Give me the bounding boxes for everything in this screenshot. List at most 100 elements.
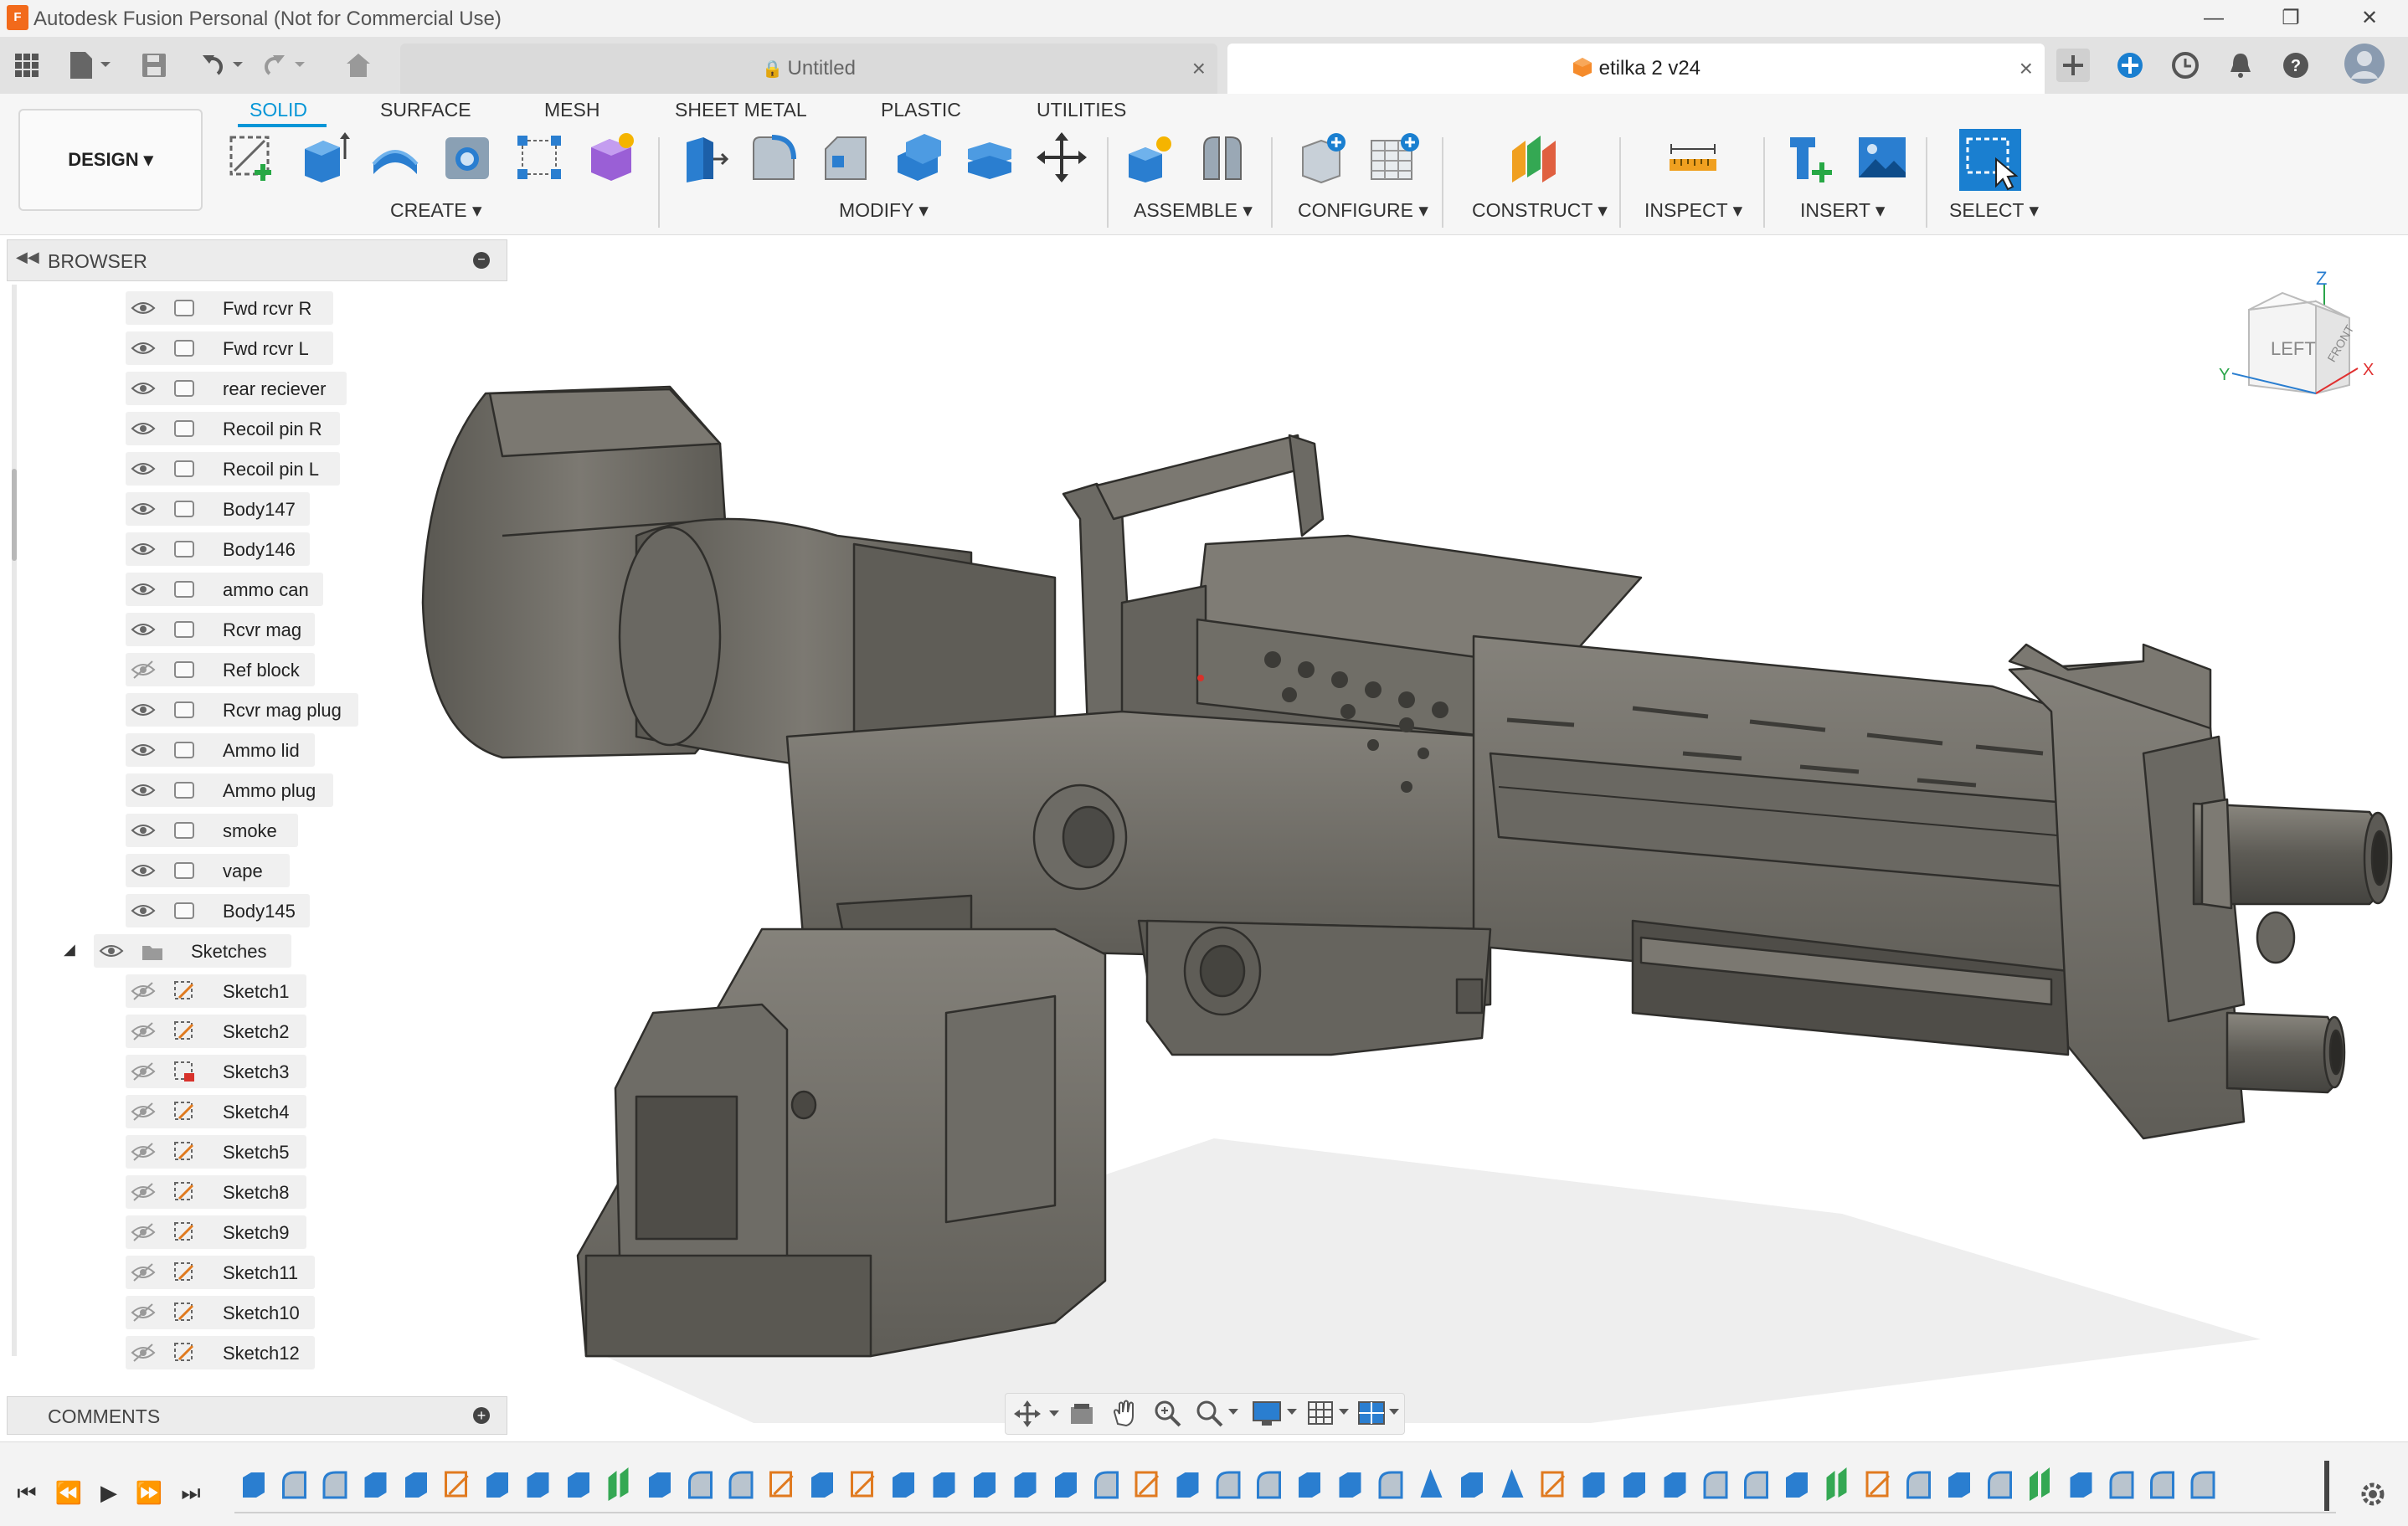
grid-snaps-icon[interactable] — [1305, 1399, 1356, 1427]
fillet-icon[interactable] — [747, 131, 800, 184]
create-form-icon[interactable] — [584, 131, 638, 184]
group-inspect[interactable]: INSPECT ▾ — [1644, 199, 1742, 222]
eye-visible-icon[interactable] — [131, 700, 156, 720]
group-construct[interactable]: CONSTRUCT ▾ — [1472, 199, 1608, 222]
browser-body-item[interactable]: Rcvr mag — [126, 613, 315, 646]
browser-body-item[interactable]: Ammo lid — [126, 733, 315, 767]
comments-bar[interactable]: COMMENTS + — [7, 1396, 507, 1435]
timeline-feature-step[interactable] — [649, 1472, 671, 1498]
tab-plastic[interactable]: PLASTIC — [881, 99, 961, 121]
timeline-feature-step[interactable] — [2030, 1467, 2050, 1501]
timeline-feature-step[interactable] — [1988, 1471, 2012, 1499]
browser-scrollbar-thumb[interactable] — [12, 469, 17, 561]
eye-hidden-icon[interactable] — [131, 1262, 156, 1282]
eye-hidden-icon[interactable] — [131, 1142, 156, 1162]
timeline-feature-step[interactable] — [1299, 1472, 1320, 1498]
timeline-feature-step[interactable] — [1094, 1471, 1119, 1499]
eye-hidden-icon[interactable] — [131, 1343, 156, 1363]
timeline-step-back-icon[interactable]: ⏪ — [54, 1477, 84, 1508]
group-assemble[interactable]: ASSEMBLE ▾ — [1134, 199, 1253, 222]
timeline-feature-step[interactable] — [2150, 1471, 2174, 1499]
timeline-feature-step[interactable] — [1420, 1469, 1443, 1498]
timeline-feature-step[interactable] — [1865, 1471, 1891, 1498]
extrude-icon[interactable] — [296, 131, 350, 184]
display-settings-icon[interactable] — [1252, 1399, 1302, 1427]
3d-viewport[interactable] — [0, 234, 2408, 1440]
timeline-feature-step[interactable] — [568, 1472, 589, 1498]
home-icon[interactable] — [342, 49, 375, 82]
joint-icon[interactable] — [1196, 131, 1249, 184]
measure-icon[interactable] — [1666, 131, 1720, 184]
viewports-icon[interactable] — [1357, 1399, 1404, 1427]
view-cube[interactable]: LEFT FRONT Z Y X — [2215, 268, 2383, 410]
browser-sketch-item[interactable]: Sketch2 — [126, 1015, 306, 1048]
hole-icon[interactable] — [440, 131, 494, 184]
browser-sketch-item[interactable]: Sketch9 — [126, 1215, 306, 1249]
timeline-feature-step[interactable] — [1257, 1471, 1281, 1499]
minimize-button[interactable]: — — [2180, 0, 2247, 37]
insert-mcmaster-icon[interactable] — [1783, 131, 1837, 184]
timeline-feature-step[interactable] — [1339, 1472, 1361, 1498]
browser-body-item[interactable]: Body145 — [126, 894, 310, 927]
chamfer-icon[interactable] — [819, 131, 872, 184]
browser-sketch-item[interactable]: Sketch1 — [126, 974, 306, 1008]
zoom-icon[interactable] — [1153, 1399, 1183, 1427]
collapse-browser-icon[interactable]: ◀◀ — [16, 249, 39, 266]
browser-sketch-item[interactable]: Sketch3 — [126, 1055, 306, 1088]
create-sketch-icon[interactable] — [226, 131, 280, 184]
timeline-feature-step[interactable] — [728, 1471, 754, 1499]
browser-body-item[interactable]: smoke — [126, 814, 298, 847]
data-panel-grid-icon[interactable] — [10, 49, 44, 82]
job-status-clock-icon[interactable] — [2169, 49, 2202, 82]
browser-body-item[interactable]: Fwd rcvr R — [126, 291, 333, 325]
add-comment-icon[interactable]: + — [473, 1407, 490, 1424]
timeline-feature-step[interactable] — [322, 1471, 347, 1499]
timeline-feature-step[interactable] — [1786, 1472, 1808, 1498]
timeline-feature-step[interactable] — [2190, 1471, 2215, 1499]
redo-icon[interactable] — [260, 49, 305, 82]
browser-body-item[interactable]: Rcvr mag plug — [126, 693, 358, 727]
eye-visible-icon[interactable] — [131, 861, 156, 881]
browser-sketch-item[interactable]: Sketch11 — [126, 1256, 315, 1289]
timeline-feature-step[interactable] — [608, 1467, 629, 1501]
timeline-steps[interactable] — [234, 1459, 2336, 1518]
eye-hidden-icon[interactable] — [131, 1182, 156, 1202]
timeline-play-icon[interactable]: ▶ — [94, 1477, 124, 1508]
eye-visible-icon[interactable] — [131, 499, 156, 519]
timeline-feature-step[interactable] — [1906, 1471, 1931, 1499]
eye-visible-icon[interactable] — [131, 298, 156, 318]
browser-header[interactable]: ◀◀ BROWSER − — [7, 239, 507, 281]
timeline-feature-step[interactable] — [1541, 1471, 1566, 1498]
insert-canvas-icon[interactable] — [1855, 131, 1909, 184]
new-component-icon[interactable] — [1124, 131, 1177, 184]
timeline-feature-step[interactable] — [1948, 1472, 1970, 1498]
select-tool-icon[interactable] — [1958, 127, 2023, 193]
revolve-icon[interactable] — [368, 131, 422, 184]
browser-scrollbar[interactable] — [12, 285, 17, 1356]
timeline-feature-step[interactable] — [933, 1472, 955, 1498]
timeline-feature-step[interactable] — [1501, 1469, 1524, 1498]
sketches-collapse-arrow-icon[interactable]: ◢ — [64, 941, 75, 958]
browser-body-item[interactable]: Body146 — [126, 532, 310, 566]
fit-zoom-window-icon[interactable] — [1195, 1399, 1242, 1427]
timeline-feature-step[interactable] — [1703, 1471, 1728, 1499]
timeline-feature-step[interactable] — [1582, 1472, 1605, 1498]
help-icon[interactable]: ? — [2279, 49, 2313, 82]
timeline-feature-step[interactable] — [1055, 1472, 1077, 1498]
browser-body-item[interactable]: Fwd rcvr L — [126, 331, 333, 365]
timeline-feature-step[interactable] — [851, 1471, 875, 1498]
timeline-feature-step[interactable] — [2070, 1472, 2092, 1498]
eye-visible-icon[interactable] — [131, 820, 156, 840]
eye-visible-icon[interactable] — [131, 780, 156, 800]
browser-body-item[interactable]: Ammo plug — [126, 773, 333, 807]
configure-design-icon[interactable] — [1296, 131, 1350, 184]
eye-hidden-icon[interactable] — [131, 1302, 156, 1323]
timeline-feature-step[interactable] — [1826, 1467, 1847, 1501]
user-avatar[interactable] — [2343, 42, 2386, 85]
eye-visible-icon[interactable] — [131, 740, 156, 760]
timeline-feature-step[interactable] — [1744, 1471, 1768, 1499]
timeline-feature-step[interactable] — [486, 1472, 508, 1498]
timeline-feature-step[interactable] — [1135, 1471, 1160, 1498]
group-modify[interactable]: MODIFY ▾ — [839, 199, 929, 222]
tab-etilka[interactable]: etilka 2 v24 × — [1227, 44, 2045, 94]
